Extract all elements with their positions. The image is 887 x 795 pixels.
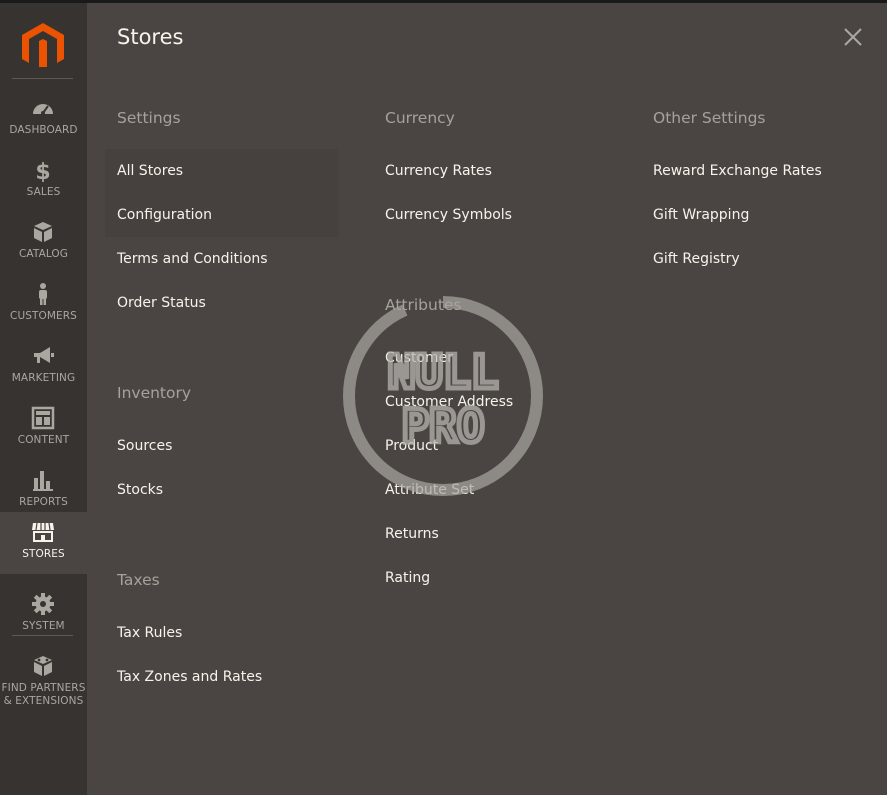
settings-heading: Settings (117, 109, 181, 127)
nav-stores[interactable]: STORES (0, 512, 87, 574)
link-gift-wrapping[interactable]: Gift Wrapping (653, 207, 749, 223)
link-currency-rates[interactable]: Currency Rates (385, 163, 492, 179)
link-attribute-set[interactable]: Attribute Set (385, 482, 474, 498)
box-icon (34, 222, 52, 242)
link-tax-rules[interactable]: Tax Rules (117, 625, 182, 641)
nav-customers[interactable]: CUSTOMERS (0, 274, 87, 336)
nav-content[interactable]: CONTENT (0, 398, 87, 460)
magento-logo-icon[interactable] (22, 23, 64, 67)
nav-catalog-label: CATALOG (18, 248, 69, 260)
link-order-status[interactable]: Order Status (117, 295, 206, 311)
nav-sales[interactable]: $ SALES (0, 150, 87, 212)
nav-divider (12, 635, 73, 636)
nav-find-partners-label: FIND PARTNERS & EXTENSIONS (0, 682, 87, 708)
blocks-icon (34, 656, 52, 676)
layout-icon (31, 406, 55, 430)
other-settings-heading: Other Settings (653, 109, 766, 127)
link-stocks[interactable]: Stocks (117, 482, 163, 498)
dollar-icon: $ (35, 160, 50, 182)
nav-system[interactable]: SYSTEM (0, 584, 87, 646)
nav-stores-label: STORES (22, 548, 65, 560)
link-currency-symbols[interactable]: Currency Symbols (385, 207, 512, 223)
nav-reports-label: REPORTS (19, 496, 68, 508)
nav-catalog[interactable]: CATALOG (0, 212, 87, 274)
megaphone-icon (34, 347, 54, 363)
link-rating[interactable]: Rating (385, 570, 430, 586)
speedometer-icon (33, 104, 53, 115)
link-returns[interactable]: Returns (385, 526, 439, 542)
nav-find-partners-line1: FIND PARTNERS (1, 682, 86, 694)
link-all-stores[interactable]: All Stores (117, 163, 183, 179)
logo-divider (12, 78, 73, 79)
nav-dashboard-label: DASHBOARD (9, 124, 78, 136)
inventory-heading: Inventory (117, 384, 192, 402)
link-gift-registry[interactable]: Gift Registry (653, 251, 740, 267)
nav-content-label: CONTENT (17, 434, 70, 446)
nav-sales-label: SALES (26, 186, 61, 198)
link-tax-zones-and-rates[interactable]: Tax Zones and Rates (117, 669, 262, 685)
link-customer[interactable]: Customer (385, 350, 453, 366)
nav-customers-label: CUSTOMERS (10, 310, 77, 322)
link-sources[interactable]: Sources (117, 438, 172, 454)
close-icon[interactable] (841, 25, 865, 49)
taxes-heading: Taxes (117, 571, 160, 589)
link-reward-exchange-rates[interactable]: Reward Exchange Rates (653, 163, 822, 179)
person-icon (39, 283, 47, 305)
panel-title: Stores (117, 25, 184, 49)
link-terms-and-conditions[interactable]: Terms and Conditions (117, 251, 268, 267)
nav-find-partners[interactable]: FIND PARTNERS & EXTENSIONS (0, 646, 87, 707)
storefront-icon (32, 522, 54, 542)
nav-dashboard[interactable]: DASHBOARD (0, 88, 87, 150)
nav-marketing[interactable]: MARKETING (0, 336, 87, 398)
nav-system-label: SYSTEM (22, 620, 65, 632)
nav-marketing-label: MARKETING (11, 372, 76, 384)
link-configuration[interactable]: Configuration (117, 207, 212, 223)
stores-menu-panel: Stores Settings All Stores Configuration… (87, 3, 887, 795)
admin-sidebar: DASHBOARD $ SALES CATALOG CUSTOMERS MARK (0, 3, 87, 795)
nav-find-partners-line2: & EXTENSIONS (3, 695, 84, 707)
attributes-heading: Attributes (385, 296, 462, 314)
gear-icon (32, 593, 54, 615)
link-product[interactable]: Product (385, 438, 438, 454)
svg-text:$: $ (35, 160, 50, 182)
currency-heading: Currency (385, 109, 455, 127)
bar-chart-icon (33, 471, 53, 491)
link-customer-address[interactable]: Customer Address (385, 394, 513, 410)
